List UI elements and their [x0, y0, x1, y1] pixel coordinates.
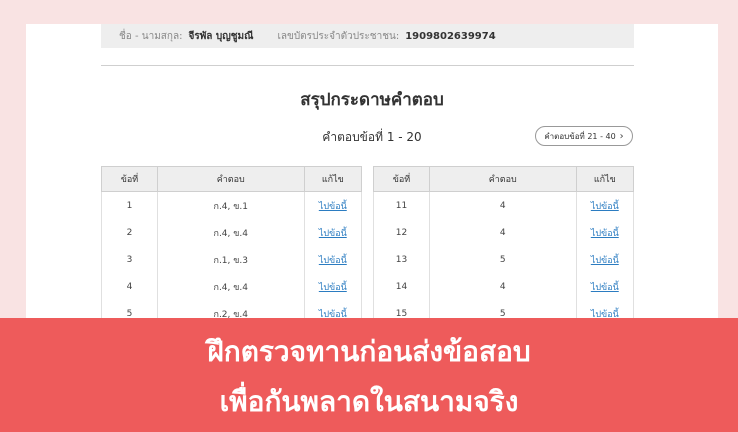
column-header-no: ข้อที่	[101, 166, 158, 192]
table-row: 12 4 ไปข้อนี้	[373, 219, 635, 246]
answer-summary-card: ชื่อ - นามสกุล: จีรพัล บุญชูมณี เลขบัตรป…	[26, 24, 718, 327]
cell-no: 13	[373, 246, 430, 273]
banner-headline: ฝึกตรวจทานก่อนส่งข้อสอบ	[207, 335, 531, 368]
next-page-button[interactable]: คำตอบข้อที่ 21 - 40 ›	[535, 126, 633, 146]
table-row: 4 ก.4, ข.4 ไปข้อนี้	[101, 273, 363, 300]
go-to-question-link[interactable]: ไปข้อนี้	[303, 246, 363, 273]
id-label: เลขบัตรประจำตัวประชาชน:	[277, 30, 400, 42]
cell-no: 4	[101, 273, 158, 300]
cell-no: 3	[101, 246, 158, 273]
table-row: 13 5 ไปข้อนี้	[373, 246, 635, 273]
next-page-label: คำตอบข้อที่ 21 - 40	[544, 131, 616, 141]
cell-answer: 5	[428, 246, 577, 273]
cell-answer: ก.1, ข.3	[156, 246, 305, 273]
go-to-question-link[interactable]: ไปข้อนี้	[303, 219, 363, 246]
page-title: สรุปกระดาษคำตอบ	[300, 90, 444, 110]
cell-answer: ก.4, ข.4	[156, 219, 305, 246]
go-to-question-link[interactable]: ไปข้อนี้	[575, 219, 635, 246]
table-row: 2 ก.4, ข.4 ไปข้อนี้	[101, 219, 363, 246]
column-header-fix: แก้ไข	[303, 166, 363, 192]
go-to-question-link[interactable]: ไปข้อนี้	[303, 273, 363, 300]
go-to-question-link[interactable]: ไปข้อนี้	[303, 191, 363, 219]
cell-no: 12	[373, 219, 430, 246]
banner-subheadline: เพื่อกันพลาดในสนามจริง	[219, 385, 519, 418]
name-value: จีรพัล บุญชูมณี	[188, 30, 254, 42]
answer-table-right: ข้อที่ คำตอบ แก้ไข 11 4 ไปข้อนี้ 12 4 ไปข้อน…	[373, 166, 635, 327]
cell-no: 1	[101, 191, 158, 219]
column-header-answer: คำตอบ	[428, 166, 577, 192]
cell-answer: ก.4, ข.4	[156, 273, 305, 300]
column-header-answer: คำตอบ	[156, 166, 305, 192]
answer-table-left: ข้อที่ คำตอบ แก้ไข 1 ก.4, ข.1 ไปข้อนี้ 2 ก.…	[101, 166, 363, 327]
id-value: 1909802639974	[405, 30, 496, 42]
table-header-row: ข้อที่ คำตอบ แก้ไข	[373, 166, 635, 192]
examinee-info-bar: ชื่อ - นามสกุล: จีรพัล บุญชูมณี เลขบัตรป…	[101, 24, 634, 48]
column-header-fix: แก้ไข	[575, 166, 635, 192]
table-row: 14 4 ไปข้อนี้	[373, 273, 635, 300]
table-header-row: ข้อที่ คำตอบ แก้ไข	[101, 166, 363, 192]
cell-no: 14	[373, 273, 430, 300]
go-to-question-link[interactable]: ไปข้อนี้	[575, 273, 635, 300]
chevron-right-icon: ›	[619, 130, 624, 142]
go-to-question-link[interactable]: ไปข้อนี้	[575, 191, 635, 219]
table-row: 1 ก.4, ข.1 ไปข้อนี้	[101, 191, 363, 219]
name-label: ชื่อ - นามสกุล:	[119, 30, 183, 42]
go-to-question-link[interactable]: ไปข้อนี้	[575, 246, 635, 273]
table-row: 3 ก.1, ข.3 ไปข้อนี้	[101, 246, 363, 273]
promo-banner: ฝึกตรวจทานก่อนส่งข้อสอบ เพื่อกันพลาดในสน…	[0, 318, 738, 432]
cell-no: 2	[101, 219, 158, 246]
cell-answer: 4	[428, 273, 577, 300]
cell-no: 11	[373, 191, 430, 219]
cell-answer: 4	[428, 191, 577, 219]
divider	[101, 65, 634, 66]
table-row: 11 4 ไปข้อนี้	[373, 191, 635, 219]
cell-answer: 4	[428, 219, 577, 246]
cell-answer: ก.4, ข.1	[156, 191, 305, 219]
column-header-no: ข้อที่	[373, 166, 430, 192]
